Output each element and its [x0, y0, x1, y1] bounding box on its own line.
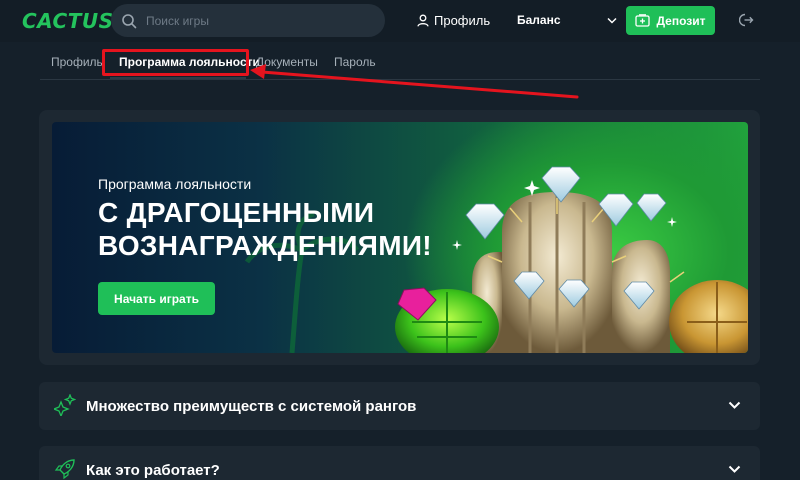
chevron-down-icon: [728, 465, 741, 473]
banner-overline: Программа лояльности: [98, 176, 252, 192]
accordion-rank-benefits[interactable]: Множество преимуществ с системой рангов: [39, 382, 760, 430]
start-playing-button[interactable]: Начать играть: [98, 282, 215, 315]
sparkles-icon: [54, 394, 76, 416]
accordion-label: Как это работает?: [86, 462, 220, 479]
accordion-how-it-works[interactable]: Как это работает?: [39, 446, 760, 480]
rocket-icon: [54, 459, 75, 480]
accordion-label: Множество преимуществ с системой рангов: [86, 398, 417, 415]
chevron-down-icon: [728, 401, 741, 409]
banner-title: С ДРАГОЦЕННЫМИ ВОЗНАГРАЖДЕНИЯМИ!: [98, 197, 432, 261]
loyalty-banner: Программа лояльности С ДРАГОЦЕННЫМИ ВОЗН…: [52, 122, 748, 353]
